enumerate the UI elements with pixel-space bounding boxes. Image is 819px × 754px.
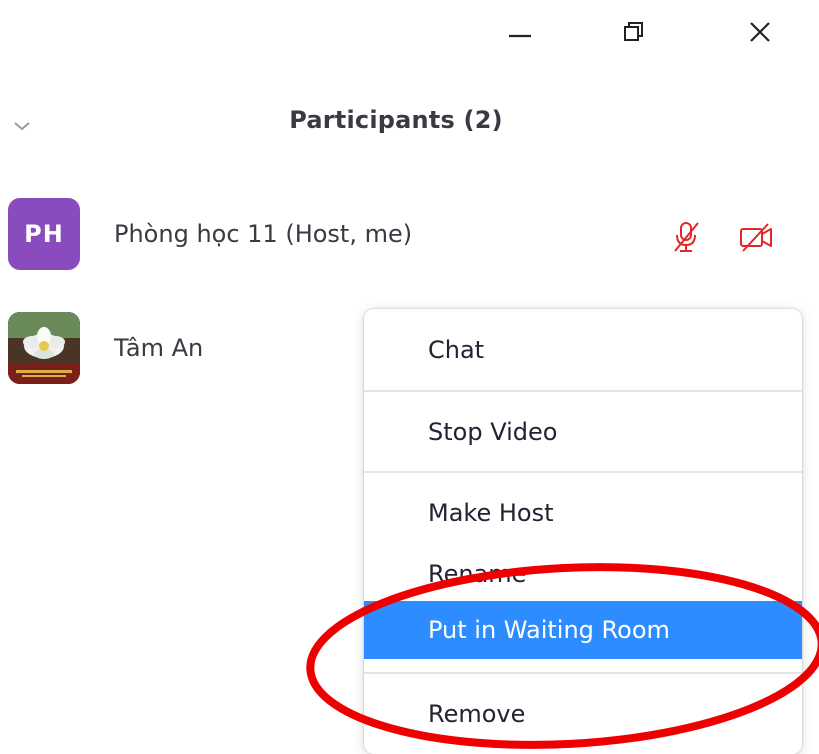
menu-divider: [364, 390, 802, 392]
restore-icon[interactable]: [614, 12, 654, 52]
menu-item-chat[interactable]: Chat: [364, 323, 802, 377]
avatar: [8, 312, 80, 384]
participant-row[interactable]: PH Phòng học 11 (Host, me): [0, 198, 819, 270]
avatar-initials: PH: [24, 220, 64, 248]
menu-item-put-in-waiting-room[interactable]: Put in Waiting Room: [364, 601, 802, 659]
participant-name: Phòng học 11 (Host, me): [114, 220, 413, 248]
menu-item-make-host[interactable]: Make Host: [364, 486, 802, 540]
avatar: PH: [8, 198, 80, 270]
video-off-icon[interactable]: [738, 220, 772, 254]
participants-window: Participants (2) PH Phòng học 11 (Host, …: [0, 0, 819, 754]
minimize-icon[interactable]: [500, 12, 540, 52]
flower-photo: [8, 312, 80, 384]
close-icon[interactable]: [740, 12, 780, 52]
menu-item-rename[interactable]: Rename: [364, 547, 802, 601]
mic-muted-icon[interactable]: [670, 220, 704, 254]
participant-context-menu: Chat Stop Video Make Host Rename Put in …: [364, 309, 802, 754]
menu-item-stop-video[interactable]: Stop Video: [364, 405, 802, 459]
menu-item-remove[interactable]: Remove: [364, 687, 802, 741]
menu-divider: [364, 471, 802, 473]
panel-title: Participants (2): [289, 106, 503, 134]
participant-name: Tâm An: [114, 334, 204, 362]
menu-divider: [364, 672, 802, 674]
